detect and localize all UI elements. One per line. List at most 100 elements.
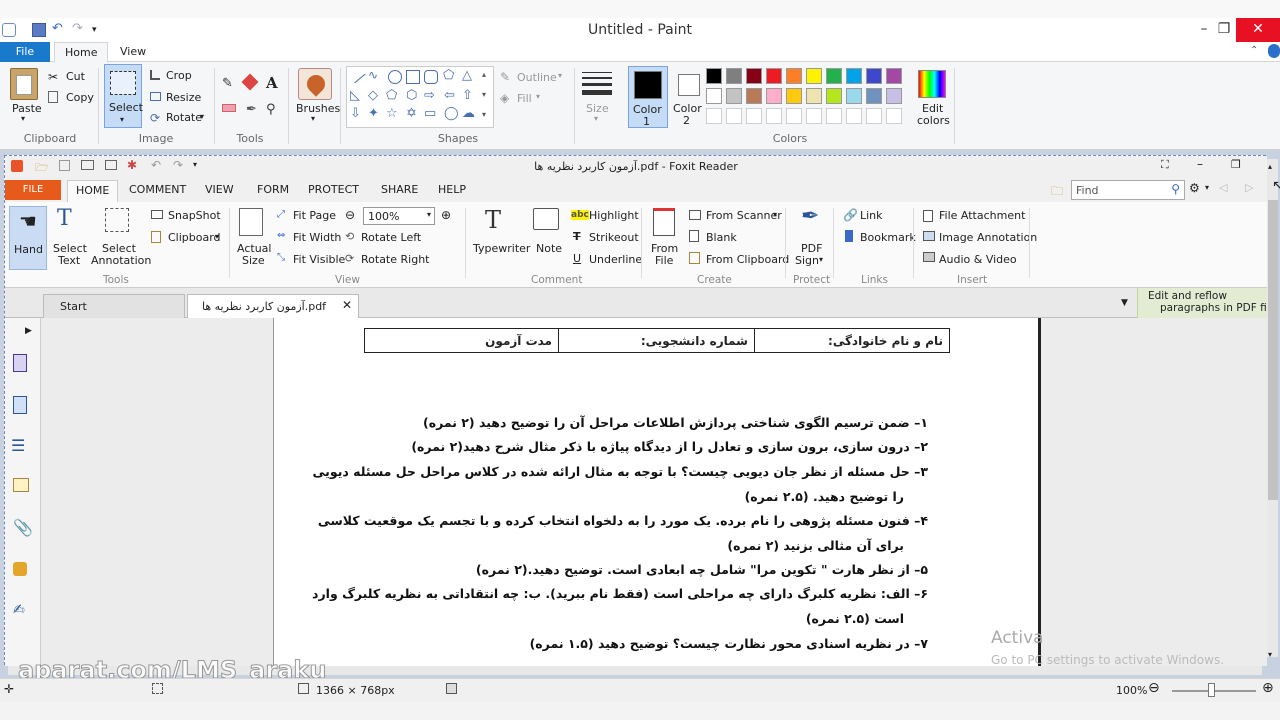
down-arrow-shape-icon[interactable]: ⇩ xyxy=(350,106,361,121)
zoom-slider-thumb[interactable] xyxy=(1208,683,1215,697)
up-arrow-shape-icon[interactable]: ⇧ xyxy=(462,88,473,103)
color-swatch[interactable] xyxy=(706,88,722,104)
from-clipboard-button[interactable]: From Clipboard xyxy=(706,253,789,266)
attachments-panel-icon[interactable]: 📎 xyxy=(13,518,33,537)
foxit-tab-comment[interactable]: COMMENT xyxy=(129,183,186,196)
color-swatch[interactable] xyxy=(786,68,802,84)
empty-color-swatch[interactable] xyxy=(846,108,862,124)
tabs-dropdown-icon[interactable]: ▼ xyxy=(1121,298,1128,308)
cut-button[interactable]: Cut xyxy=(66,70,85,83)
color-palette[interactable] xyxy=(706,68,916,132)
edit-colors-label-2[interactable]: colors xyxy=(917,114,950,127)
zoom-out-icon[interactable]: ⊖ xyxy=(345,208,355,222)
zoom-in-button[interactable]: ⊕ xyxy=(1262,680,1274,696)
zoom-in-icon[interactable]: ⊕ xyxy=(441,208,451,222)
callout-cloud-shape-icon[interactable]: ☁ xyxy=(462,106,475,121)
color-swatch[interactable] xyxy=(766,88,782,104)
triangle-shape-icon[interactable]: △ xyxy=(462,68,472,83)
rotate-right-button[interactable]: Rotate Right xyxy=(361,253,429,266)
select-annotation-icon[interactable] xyxy=(105,208,129,232)
color2-button[interactable]: Color 2 xyxy=(670,66,708,128)
pencil-icon[interactable]: ✎ xyxy=(222,76,233,91)
actual-size-icon[interactable] xyxy=(239,208,263,236)
audio-video-button[interactable]: Audio & Video xyxy=(939,253,1017,266)
bookmarks-panel-icon[interactable] xyxy=(13,354,27,372)
typewriter-icon[interactable]: T xyxy=(485,206,501,234)
layers-panel-icon[interactable]: ☰ xyxy=(11,436,25,455)
polygon-shape-icon[interactable]: ⬠ xyxy=(443,68,454,83)
text-icon[interactable]: A xyxy=(266,74,278,92)
empty-color-swatch[interactable] xyxy=(726,108,742,124)
color-swatch[interactable] xyxy=(806,68,822,84)
prev-result-icon[interactable]: ◁ xyxy=(1219,181,1227,194)
paint-scroll-down-icon[interactable]: ▾ xyxy=(1268,650,1272,659)
empty-color-swatch[interactable] xyxy=(746,108,762,124)
hexagon-shape-icon[interactable]: ⬡ xyxy=(406,88,417,103)
settings-gear-icon[interactable]: ⚙ xyxy=(1189,181,1200,195)
color1-button[interactable]: Color 1 xyxy=(628,66,668,128)
pasted-foxit-image[interactable]: 🗁 ✱ ↶ ↷ ▾ آزمون کاربرد نظریه ها.pdf - Fo… xyxy=(4,155,1267,667)
left-arrow-shape-icon[interactable]: ⇦ xyxy=(444,88,455,103)
empty-color-swatch[interactable] xyxy=(766,108,782,124)
settings-dropdown-icon[interactable]: ▾ xyxy=(1205,183,1209,192)
color-swatch[interactable] xyxy=(866,88,882,104)
callout-rect-shape-icon[interactable]: ▭ xyxy=(424,106,436,121)
pentagon-shape-icon[interactable]: ⬠ xyxy=(386,88,397,103)
highlight-button[interactable]: Highlight xyxy=(589,209,639,222)
foxit-tab-home[interactable]: HOME xyxy=(67,180,119,202)
foxit-tab-file[interactable]: FILE xyxy=(5,180,61,200)
four-point-star-shape-icon[interactable]: ✦ xyxy=(368,106,379,121)
select-text-icon[interactable]: T xyxy=(57,206,72,231)
image-annotation-button[interactable]: Image Annotation xyxy=(939,231,1037,244)
note-icon[interactable] xyxy=(533,208,559,230)
foxit-search-input[interactable]: Find ⚲ xyxy=(1071,180,1185,200)
color-swatch[interactable] xyxy=(866,68,882,84)
color-swatch[interactable] xyxy=(886,68,902,84)
empty-color-swatch[interactable] xyxy=(826,108,842,124)
zoom-out-button[interactable]: ⊖ xyxy=(1148,680,1160,696)
close-tab-icon[interactable]: ✕ xyxy=(342,298,352,312)
shapes-more-icon[interactable]: ▾ xyxy=(482,110,486,119)
rotate-button[interactable]: Rotate xyxy=(166,111,202,124)
paint-home-tab[interactable]: Home xyxy=(54,42,109,63)
copy-button[interactable]: Copy xyxy=(66,91,94,104)
typewriter-button[interactable]: Typewriter xyxy=(473,242,530,255)
strikeout-button[interactable]: Strikeout xyxy=(589,231,639,244)
search-icon[interactable]: ⚲ xyxy=(1171,182,1180,196)
color-swatch[interactable] xyxy=(746,68,762,84)
panel-expand-icon[interactable]: ▶ xyxy=(25,326,32,336)
paste-dropdown-icon[interactable]: ▾ xyxy=(21,114,25,123)
outline-dropdown-icon[interactable]: ▾ xyxy=(558,71,562,80)
select-button[interactable]: Select ▾ xyxy=(104,64,143,128)
resize-button[interactable]: Resize xyxy=(166,91,201,104)
empty-color-swatch[interactable] xyxy=(806,108,822,124)
zoom-select[interactable]: 100% ▾ xyxy=(363,207,435,225)
select-text-label-2[interactable]: Text xyxy=(58,254,80,267)
from-file-label-2[interactable]: File xyxy=(655,254,673,267)
empty-color-swatch[interactable] xyxy=(886,108,902,124)
color-swatch[interactable] xyxy=(846,88,862,104)
fill-dropdown-icon[interactable]: ▾ xyxy=(536,92,540,101)
right-triangle-shape-icon[interactable]: ◺ xyxy=(350,88,360,103)
blank-button[interactable]: Blank xyxy=(706,231,737,244)
empty-color-swatch[interactable] xyxy=(706,108,722,124)
from-file-icon[interactable] xyxy=(653,208,675,236)
hand-tool-button[interactable]: ☚ Hand xyxy=(9,206,47,270)
color-swatch[interactable] xyxy=(746,88,762,104)
foxit-tab-protect[interactable]: PROTECT xyxy=(308,183,359,196)
ribbon-collapse-icon[interactable]: ⌃ xyxy=(1250,45,1258,56)
underline-button[interactable]: Underline xyxy=(589,253,642,266)
eraser-icon[interactable] xyxy=(222,104,236,112)
comments-panel-icon[interactable] xyxy=(13,478,29,492)
brushes-dropdown-icon[interactable]: ▾ xyxy=(311,114,315,123)
paint-view-tab[interactable]: View xyxy=(110,42,156,63)
oval-shape-icon[interactable] xyxy=(388,70,402,84)
foxit-tab-view[interactable]: VIEW xyxy=(205,183,234,196)
help-icon[interactable] xyxy=(1268,44,1280,58)
fit-page-button[interactable]: Fit Page xyxy=(293,209,336,222)
color-swatch[interactable] xyxy=(706,68,722,84)
color-swatch[interactable] xyxy=(726,68,742,84)
fill-icon[interactable] xyxy=(241,73,259,91)
edit-colors-icon[interactable] xyxy=(918,70,946,98)
pdf-sign-dropdown-icon[interactable]: ▾ xyxy=(819,255,823,264)
